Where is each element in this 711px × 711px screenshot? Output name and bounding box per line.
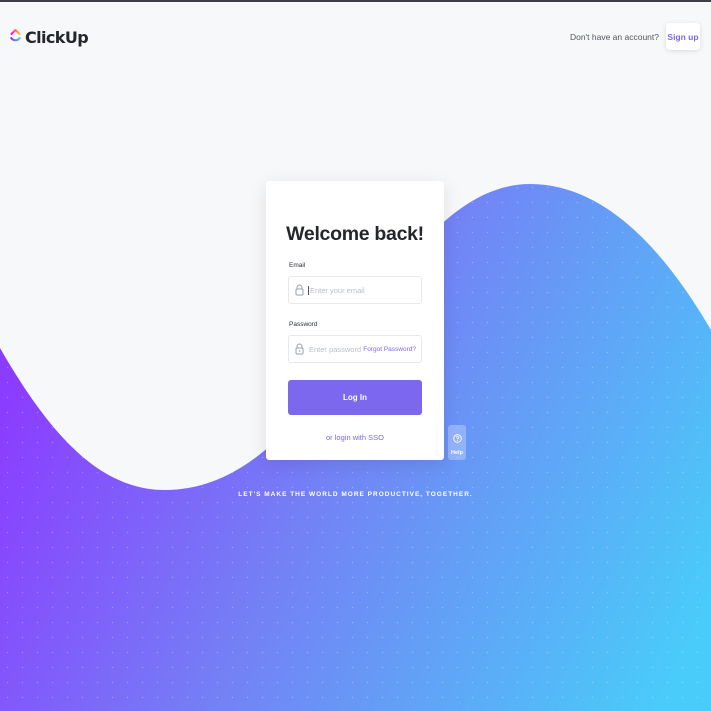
help-icon [452,430,462,448]
password-field[interactable]: Enter password Forgot Password? [288,335,422,363]
brand-name: ClickUp [25,27,89,47]
sso-login-link[interactable]: or login with SSO [266,433,444,442]
tagline: LET'S MAKE THE WORLD MORE PRODUCTIVE, TO… [238,491,473,498]
text-cursor [308,285,309,295]
email-placeholder: Enter your email [310,285,365,295]
help-label: Help [451,449,463,456]
page-title: Welcome back! [286,223,424,245]
forgot-password-link[interactable]: Forgot Password? [363,346,416,353]
login-button[interactable]: Log In [288,380,422,415]
login-card: Welcome back! Email Enter your email Pas… [266,181,444,460]
clickup-logo[interactable]: ClickUp [10,26,89,48]
clickup-logo-icon [10,27,21,48]
help-button[interactable]: Help [448,425,466,460]
email-field[interactable]: Enter your email [288,276,422,304]
lock-icon [292,284,306,296]
lock-icon [292,343,306,355]
password-placeholder: Enter password [309,344,362,354]
password-label: Password [289,321,318,328]
no-account-text: Don't have an account? [569,31,659,42]
email-label: Email [289,262,306,269]
header-actions: Don't have an account? Sign up [570,23,700,50]
signup-button[interactable]: Sign up [666,23,700,50]
